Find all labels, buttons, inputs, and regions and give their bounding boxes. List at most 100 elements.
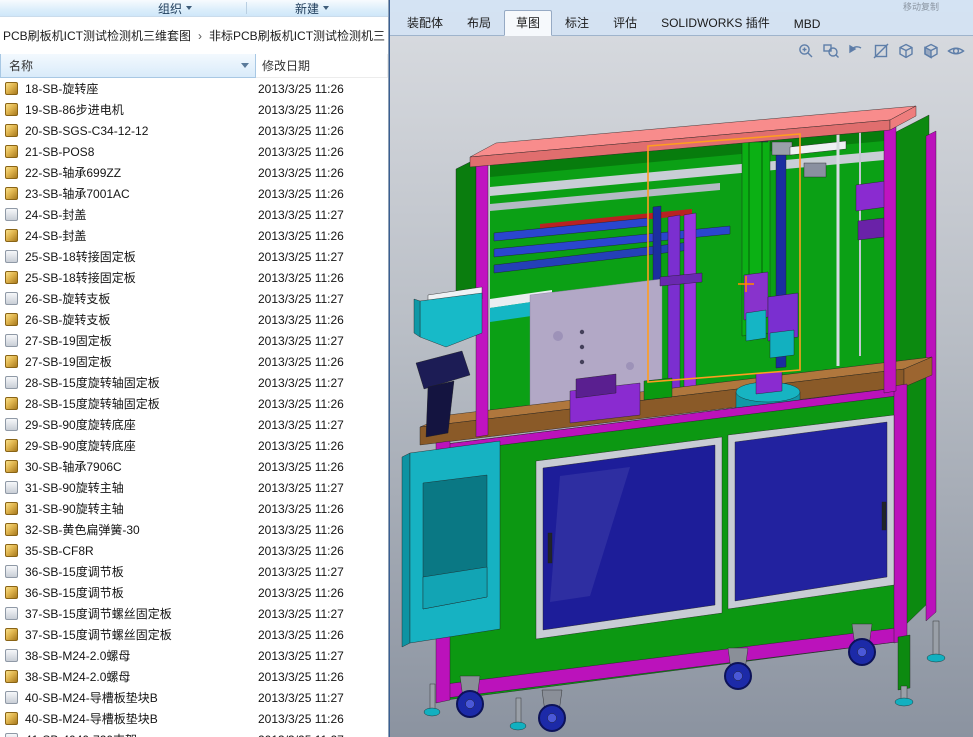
tab-评估[interactable]: 评估	[602, 11, 648, 35]
file-modified-date: 2013/3/25 11:27	[258, 733, 344, 737]
file-modified-date: 2013/3/25 11:26	[258, 438, 344, 453]
toolbar-separator	[246, 2, 248, 14]
file-row[interactable]: 30-SB-轴承7906C 2013/3/25 11:26	[0, 456, 388, 477]
file-icon	[5, 208, 18, 221]
file-row[interactable]: 18-SB-旋转座 2013/3/25 11:26	[0, 78, 388, 99]
new-button[interactable]: 新建	[289, 0, 335, 17]
breadcrumb-current-folder[interactable]: 非标PCB刷板机ICT测试检测机三	[209, 27, 385, 44]
file-row[interactable]: 36-SB-15度调节板 2013/3/25 11:27	[0, 561, 388, 582]
display-style-icon[interactable]	[922, 42, 940, 60]
sldprt-file-icon	[5, 439, 18, 452]
file-icon	[5, 649, 18, 662]
chevron-down-icon	[323, 6, 330, 10]
tab-MBD[interactable]: MBD	[783, 14, 832, 35]
file-modified-date: 2013/3/25 11:27	[258, 417, 344, 432]
graphics-viewport[interactable]	[390, 36, 973, 737]
file-row[interactable]: 28-SB-15度旋转轴固定板 2013/3/25 11:26	[0, 393, 388, 414]
view-orientation-icon[interactable]	[897, 42, 915, 60]
file-icon	[5, 691, 18, 704]
solidworks-window: 移动复制 装配体 布局 草图 标注 评估 SOLIDWORKS 插件 MBD	[389, 0, 973, 737]
file-row[interactable]: 26-SB-旋转支板 2013/3/25 11:26	[0, 309, 388, 330]
tab-草图[interactable]: 草图	[504, 10, 553, 36]
file-row[interactable]: 35-SB-CF8R 2013/3/25 11:26	[0, 540, 388, 561]
file-modified-date: 2013/3/25 11:26	[258, 459, 344, 474]
filter-dropdown-icon[interactable]	[241, 63, 249, 68]
file-modified-date: 2013/3/25 11:26	[258, 627, 344, 642]
explorer-command-bar: 组织 新建	[0, 0, 388, 17]
file-row[interactable]: 38-SB-M24-2.0螺母 2013/3/25 11:26	[0, 666, 388, 687]
zoom-area-icon[interactable]	[822, 42, 840, 60]
cad-model-3d-view[interactable]	[390, 36, 973, 737]
file-row[interactable]: 24-SB-封盖 2013/3/25 11:27	[0, 204, 388, 225]
file-row[interactable]: 29-SB-90度旋转底座 2013/3/25 11:27	[0, 414, 388, 435]
sldprt-file-icon	[5, 229, 18, 242]
file-row[interactable]: 23-SB-轴承7001AC 2013/3/25 11:26	[0, 183, 388, 204]
file-icon	[5, 418, 18, 431]
file-row[interactable]: 21-SB-POS8 2013/3/25 11:26	[0, 141, 388, 162]
file-modified-date: 2013/3/25 11:27	[258, 606, 344, 621]
file-modified-date: 2013/3/25 11:26	[258, 102, 344, 117]
tab-装配体[interactable]: 装配体	[396, 11, 454, 35]
file-modified-date: 2013/3/25 11:26	[258, 165, 344, 180]
command-hint-label: 移动复制	[902, 1, 939, 12]
file-row[interactable]: 25-SB-18转接固定板 2013/3/25 11:26	[0, 267, 388, 288]
file-row[interactable]: 19-SB-86步进电机 2013/3/25 11:26	[0, 99, 388, 120]
file-icon	[5, 607, 18, 620]
file-row[interactable]: 32-SB-黄色扁弹簧-30 2013/3/25 11:26	[0, 519, 388, 540]
tab-标注[interactable]: 标注	[554, 11, 600, 35]
file-modified-date: 2013/3/25 11:27	[258, 564, 344, 579]
file-name: 36-SB-15度调节板	[25, 565, 124, 579]
file-icon	[5, 481, 18, 494]
sldprt-file-icon	[5, 103, 18, 116]
file-modified-date: 2013/3/25 11:26	[258, 585, 344, 600]
file-name: 26-SB-旋转支板	[25, 292, 111, 306]
file-row[interactable]: 37-SB-15度调节螺丝固定板 2013/3/25 11:27	[0, 603, 388, 624]
file-name: 32-SB-黄色扁弹簧-30	[25, 523, 140, 537]
file-row[interactable]: 25-SB-18转接固定板 2013/3/25 11:27	[0, 246, 388, 267]
file-row[interactable]: 31-SB-90旋转主轴 2013/3/25 11:26	[0, 498, 388, 519]
breadcrumb-separator-icon: ›	[198, 28, 203, 43]
file-icon	[5, 292, 18, 305]
file-name: 28-SB-15度旋转轴固定板	[25, 397, 160, 411]
sldprt-file-icon	[5, 271, 18, 284]
file-row[interactable]: 37-SB-15度调节螺丝固定板 2013/3/25 11:26	[0, 624, 388, 645]
file-row[interactable]: 28-SB-15度旋转轴固定板 2013/3/25 11:27	[0, 372, 388, 393]
hide-show-items-icon[interactable]	[947, 42, 965, 60]
file-row[interactable]: 29-SB-90度旋转底座 2013/3/25 11:26	[0, 435, 388, 456]
previous-view-icon[interactable]	[847, 42, 865, 60]
file-row[interactable]: 40-SB-M24-导槽板垫块B 2013/3/25 11:26	[0, 708, 388, 729]
column-header-name[interactable]: 名称	[0, 54, 256, 78]
file-row[interactable]: 20-SB-SGS-C34-12-12 2013/3/25 11:26	[0, 120, 388, 141]
section-view-icon[interactable]	[872, 42, 890, 60]
file-row[interactable]: 31-SB-90旋转主轴 2013/3/25 11:27	[0, 477, 388, 498]
file-modified-date: 2013/3/25 11:26	[258, 81, 344, 96]
file-row[interactable]: 38-SB-M24-2.0螺母 2013/3/25 11:27	[0, 645, 388, 666]
file-icon	[5, 733, 18, 737]
file-modified-date: 2013/3/25 11:26	[258, 543, 344, 558]
file-row[interactable]: 22-SB-轴承699ZZ 2013/3/25 11:26	[0, 162, 388, 183]
file-row[interactable]: 41-SB-4040-720支架 2013/3/25 11:27	[0, 729, 388, 737]
tab-布局[interactable]: 布局	[456, 11, 502, 35]
file-icon	[5, 250, 18, 263]
file-name: 36-SB-15度调节板	[25, 586, 124, 600]
file-name: 18-SB-旋转座	[25, 82, 99, 96]
new-label: 新建	[295, 1, 320, 16]
zoom-fit-icon[interactable]	[797, 42, 815, 60]
date-column-label: 修改日期	[262, 59, 311, 73]
file-row[interactable]: 24-SB-封盖 2013/3/25 11:26	[0, 225, 388, 246]
tab-SOLIDWORKS 插件[interactable]: SOLIDWORKS 插件	[650, 11, 781, 35]
file-row[interactable]: 36-SB-15度调节板 2013/3/25 11:26	[0, 582, 388, 603]
file-row[interactable]: 40-SB-M24-导槽板垫块B 2013/3/25 11:27	[0, 687, 388, 708]
file-name: 29-SB-90度旋转底座	[25, 418, 136, 432]
breadcrumb-parent-folder[interactable]: PCB刷板机ICT测试检测机三维套图	[3, 27, 191, 44]
file-row[interactable]: 26-SB-旋转支板 2013/3/25 11:27	[0, 288, 388, 309]
column-header-date[interactable]: 修改日期	[256, 54, 388, 78]
file-icon	[5, 376, 18, 389]
sldprt-file-icon	[5, 628, 18, 641]
file-name: 24-SB-封盖	[25, 208, 87, 222]
file-row[interactable]: 27-SB-19固定板 2013/3/25 11:26	[0, 351, 388, 372]
file-row[interactable]: 27-SB-19固定板 2013/3/25 11:27	[0, 330, 388, 351]
organize-button[interactable]: 组织	[152, 0, 198, 17]
sldprt-file-icon	[5, 712, 18, 725]
file-list: 18-SB-旋转座 2013/3/25 11:26 19-SB-86步进电机 2…	[0, 78, 388, 737]
